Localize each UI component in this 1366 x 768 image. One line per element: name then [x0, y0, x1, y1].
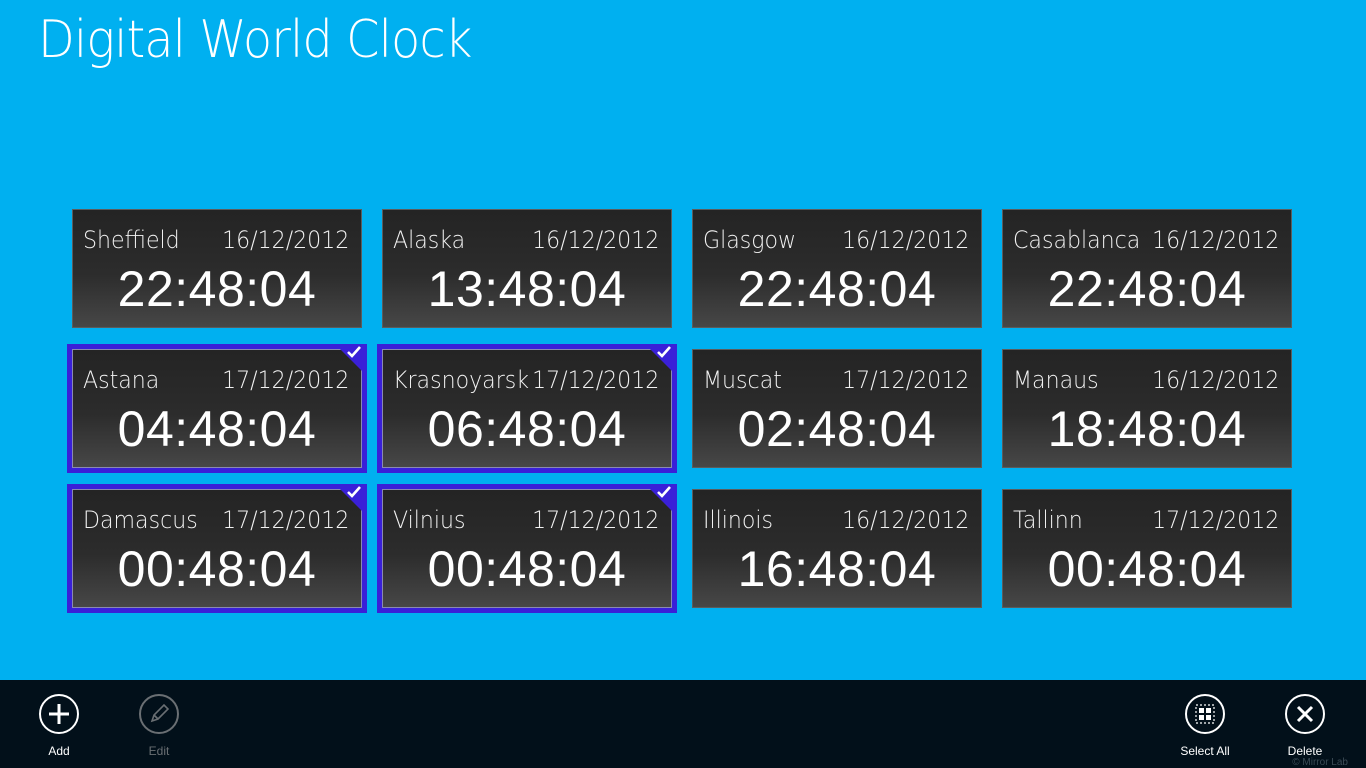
clock-city: Casablanca — [1013, 226, 1141, 254]
clock-time: 00:48:04 — [427, 541, 627, 597]
clock-tile-casablanca[interactable]: Casablanca 16/12/2012 22:48:04 — [1002, 209, 1292, 328]
delete-button[interactable]: Delete — [1265, 694, 1345, 758]
clock-date: 17/12/2012 — [531, 366, 659, 394]
clock-city: Krasnoyarsk — [393, 366, 530, 394]
pencil-icon — [139, 694, 179, 734]
check-icon — [347, 486, 361, 498]
clock-tile-sheffield[interactable]: Sheffield 16/12/2012 22:48:04 — [72, 209, 362, 328]
clock-tile-manaus[interactable]: Manaus 16/12/2012 18:48:04 — [1002, 349, 1292, 468]
select-all-button-label: Select All — [1180, 744, 1230, 758]
edit-button-label: Edit — [148, 744, 170, 758]
clock-date: 16/12/2012 — [1151, 226, 1279, 254]
clock-tile-alaska[interactable]: Alaska 16/12/2012 13:48:04 — [382, 209, 672, 328]
clock-tile-tallinn[interactable]: Tallinn 17/12/2012 00:48:04 — [1002, 489, 1292, 608]
check-icon — [657, 486, 671, 498]
clock-tile-glasgow[interactable]: Glasgow 16/12/2012 22:48:04 — [692, 209, 982, 328]
clock-time: 00:48:04 — [117, 541, 317, 597]
select-all-button[interactable]: Select All — [1165, 694, 1245, 758]
clock-tile-vilnius[interactable]: Vilnius 17/12/2012 00:48:04 — [377, 484, 677, 613]
clock-time: 04:48:04 — [117, 401, 317, 457]
clock-city: Alaska — [393, 226, 466, 254]
clock-time: 22:48:04 — [117, 261, 317, 317]
app-bar: Add Edit Select All Delete © Mirror Lab — [0, 680, 1366, 768]
copyright-text: © Mirror Lab — [1292, 757, 1348, 768]
clock-date: 16/12/2012 — [841, 506, 969, 534]
clock-time: 16:48:04 — [737, 541, 937, 597]
clock-time: 02:48:04 — [737, 401, 937, 457]
clock-city: Muscat — [703, 366, 782, 394]
clock-time: 00:48:04 — [1047, 541, 1247, 597]
clock-date: 16/12/2012 — [221, 226, 349, 254]
edit-button[interactable]: Edit — [119, 694, 199, 758]
check-icon — [347, 346, 361, 358]
clock-date: 17/12/2012 — [841, 366, 969, 394]
clock-tile-krasnoyarsk[interactable]: Krasnoyarsk 17/12/2012 06:48:04 — [377, 344, 677, 473]
clock-date: 17/12/2012 — [531, 506, 659, 534]
clock-date: 17/12/2012 — [221, 366, 349, 394]
clock-time: 22:48:04 — [1047, 261, 1247, 317]
clock-city: Tallinn — [1013, 506, 1083, 534]
clock-city: Glasgow — [703, 226, 797, 254]
app-title: Digital World Clock — [38, 10, 472, 70]
clock-city: Illinois — [703, 506, 774, 534]
check-icon — [657, 346, 671, 358]
clock-tile-damascus[interactable]: Damascus 17/12/2012 00:48:04 — [67, 484, 367, 613]
clock-time: 18:48:04 — [1047, 401, 1247, 457]
clock-city: Vilnius — [393, 506, 466, 534]
clock-date: 17/12/2012 — [1151, 506, 1279, 534]
clock-time: 06:48:04 — [427, 401, 627, 457]
clock-tile-astana[interactable]: Astana 17/12/2012 04:48:04 — [67, 344, 367, 473]
clock-tile-muscat[interactable]: Muscat 17/12/2012 02:48:04 — [692, 349, 982, 468]
clock-date: 16/12/2012 — [841, 226, 969, 254]
clock-date: 17/12/2012 — [221, 506, 349, 534]
clock-city: Manaus — [1013, 366, 1099, 394]
clock-city: Damascus — [83, 506, 198, 534]
select-all-icon — [1185, 694, 1225, 734]
clock-grid: Sheffield 16/12/2012 22:48:04 Alaska 16/… — [67, 209, 1292, 613]
close-icon — [1285, 694, 1325, 734]
clock-time: 13:48:04 — [427, 261, 627, 317]
clock-city: Sheffield — [83, 226, 180, 254]
clock-tile-illinois[interactable]: Illinois 16/12/2012 16:48:04 — [692, 489, 982, 608]
clock-city: Astana — [83, 366, 160, 394]
clock-date: 16/12/2012 — [531, 226, 659, 254]
clock-time: 22:48:04 — [737, 261, 937, 317]
add-button-label: Add — [48, 744, 70, 758]
delete-button-label: Delete — [1287, 744, 1323, 758]
plus-icon — [39, 694, 79, 734]
clock-date: 16/12/2012 — [1151, 366, 1279, 394]
add-button[interactable]: Add — [19, 694, 99, 758]
